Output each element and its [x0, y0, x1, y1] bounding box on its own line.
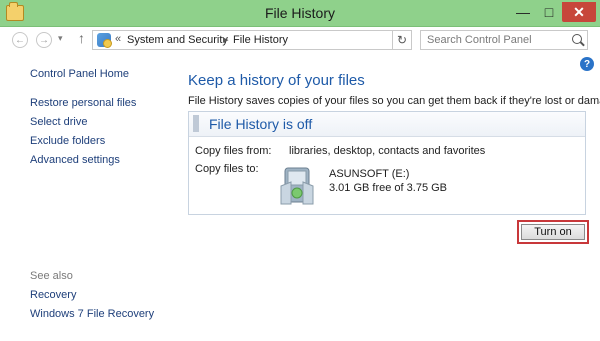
- maximize-button[interactable]: □: [536, 2, 562, 22]
- refresh-button[interactable]: ↻: [392, 30, 412, 50]
- search-placeholder: Search Control Panel: [427, 34, 532, 46]
- recent-locations-button[interactable]: ▾: [58, 33, 63, 44]
- back-button[interactable]: ←: [12, 32, 28, 48]
- status-panel-header: File History is off: [189, 112, 585, 137]
- see-also-label: See also: [30, 270, 73, 282]
- breadcrumb-system-and-security[interactable]: System and Security: [127, 34, 228, 46]
- removable-drive-icon: [280, 167, 314, 205]
- sidebar-item-select-drive[interactable]: Select drive: [30, 116, 87, 128]
- up-button[interactable]: ↑: [78, 30, 85, 46]
- page-description: File History saves copies of your files …: [188, 95, 600, 107]
- address-bar[interactable]: « System and Security ▸ File History ▾: [92, 30, 412, 50]
- breadcrumb-separator[interactable]: ▸: [223, 33, 229, 46]
- navigation-bar: ← → ▾ ↑ « System and Security ▸ File His…: [0, 27, 600, 53]
- page-title: Keep a history of your files: [188, 72, 365, 89]
- sidebar: Control Panel Home Restore personal file…: [0, 54, 176, 341]
- status-panel: File History is off Copy files from: lib…: [188, 111, 586, 215]
- search-icon[interactable]: [572, 34, 582, 44]
- close-button[interactable]: ✕: [562, 2, 596, 22]
- see-also-recovery-link[interactable]: Recovery: [30, 289, 76, 301]
- drive-name: ASUNSOFT (E:): [329, 168, 410, 180]
- search-input[interactable]: Search Control Panel: [420, 30, 588, 50]
- sidebar-item-restore-personal-files[interactable]: Restore personal files: [30, 97, 136, 109]
- copy-from-value: libraries, desktop, contacts and favorit…: [289, 145, 486, 157]
- sidebar-item-advanced-settings[interactable]: Advanced settings: [30, 154, 120, 166]
- breadcrumb-overflow[interactable]: «: [115, 33, 121, 45]
- drive-free-space: 3.01 GB free of 3.75 GB: [329, 182, 448, 194]
- sidebar-item-exclude-folders[interactable]: Exclude folders: [30, 135, 105, 147]
- minimize-button[interactable]: —: [510, 2, 536, 22]
- breadcrumb-file-history[interactable]: File History: [233, 34, 288, 46]
- forward-button[interactable]: →: [36, 32, 52, 48]
- see-also-windows-7-file-recovery-link[interactable]: Windows 7 File Recovery: [30, 308, 154, 320]
- help-icon[interactable]: ?: [580, 57, 594, 71]
- status-title: File History is off: [209, 116, 313, 132]
- copy-from-label: Copy files from:: [195, 145, 272, 157]
- copy-to-label: Copy files to:: [195, 163, 259, 175]
- turn-on-highlight: Turn on: [517, 220, 589, 244]
- title-bar: File History — □ ✕: [0, 0, 600, 27]
- turn-on-button[interactable]: Turn on: [521, 224, 585, 240]
- control-panel-home-link[interactable]: Control Panel Home: [30, 68, 129, 80]
- status-indicator-bar: [193, 115, 199, 132]
- control-panel-icon: [97, 33, 112, 48]
